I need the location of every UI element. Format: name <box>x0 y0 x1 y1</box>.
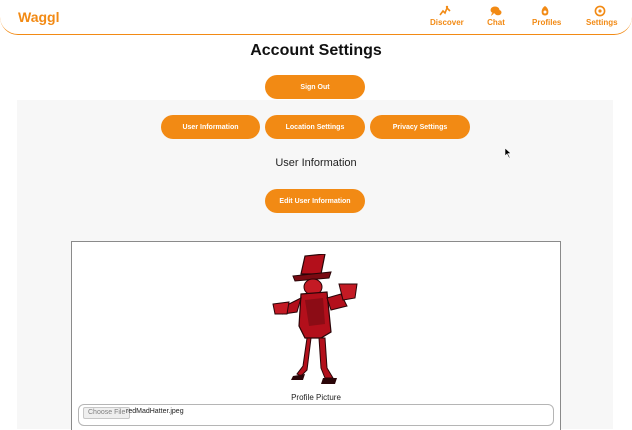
tab-location-settings[interactable]: Location Settings <box>265 115 365 139</box>
settings-icon <box>594 5 606 17</box>
section-title: User Information <box>275 157 357 169</box>
profile-card: Profile Picture Choose File redMadHatter… <box>71 241 561 430</box>
top-navbar: Waggl Discover Chat Profiles Settings <box>0 0 632 35</box>
app-logo[interactable]: Waggl <box>18 9 59 25</box>
discover-icon <box>439 5 451 16</box>
app-window: Waggl Discover Chat Profiles Settings Ac… <box>0 0 632 430</box>
profile-picture-file-input[interactable]: Choose File redMadHatter.jpeg <box>78 404 554 426</box>
tab-user-information[interactable]: User Information <box>161 115 260 139</box>
profile-picture <box>272 254 358 384</box>
nav-profiles-label: Profiles <box>532 18 562 27</box>
edit-user-information-button[interactable]: Edit User Information <box>265 189 365 213</box>
nav-discover[interactable]: Discover <box>430 5 464 31</box>
sign-out-button[interactable]: Sign Out <box>265 75 365 99</box>
mouse-cursor-icon <box>505 148 512 158</box>
chat-icon <box>490 6 502 16</box>
nav-settings[interactable]: Settings <box>586 5 618 31</box>
nav-chat[interactable]: Chat <box>485 5 507 31</box>
tab-privacy-settings[interactable]: Privacy Settings <box>370 115 470 139</box>
nav-profiles[interactable]: Profiles <box>532 5 562 31</box>
nav-discover-label: Discover <box>430 18 464 27</box>
nav-chat-label: Chat <box>487 18 505 27</box>
page-title: Account Settings <box>250 42 382 59</box>
profile-picture-label: Profile Picture <box>291 393 341 402</box>
selected-file-name: redMadHatter.jpeg <box>126 408 184 415</box>
profiles-icon <box>541 6 549 16</box>
choose-file-button[interactable]: Choose File <box>83 407 131 419</box>
nav-settings-label: Settings <box>586 18 618 27</box>
